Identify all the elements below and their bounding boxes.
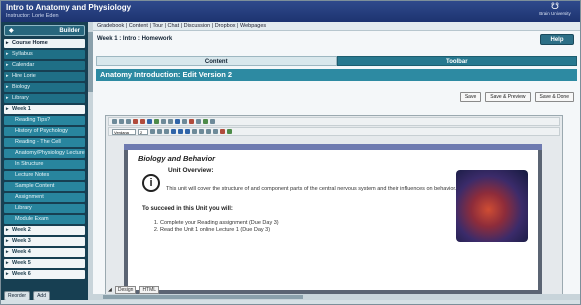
tool-links[interactable]: Gradebook | Content | Tour | Chat | Disc… [93,22,580,31]
media-icon[interactable] [189,119,194,124]
sidebar-item-week-3[interactable]: Week 3 [4,237,85,246]
doc-succeed-heading: To succeed in this Unit you will: [142,206,233,212]
builder-icon: ◆ [9,28,14,34]
underline-icon[interactable] [164,129,169,134]
paste-icon[interactable] [126,119,131,124]
image-icon[interactable] [175,119,180,124]
sidebar-item-reading-the-cell[interactable]: Reading - The Cell [4,138,85,147]
doc-heading: Biology and Behavior [138,154,216,163]
copy-icon[interactable] [119,119,124,124]
sidebar-item-week-5[interactable]: Week 5 [4,259,85,268]
sidebar-list: Syllabus Calendar Hire Lorie Biology Library… [4,50,85,279]
app-window: Intro to Anatomy and Physiology Instruct… [0,0,581,305]
outdent-icon[interactable] [206,129,211,134]
resize-icon[interactable]: ◢ [108,287,112,293]
help-button[interactable]: Help [540,34,574,45]
sidebar-item-week-4[interactable]: Week 4 [4,248,85,257]
find-icon[interactable] [147,119,152,124]
list-item: Complete your Reading assignment (Due Da… [160,220,279,227]
horizontal-rule-icon[interactable] [210,119,215,124]
unlink-icon[interactable] [168,119,173,124]
sidebar-item-syllabus[interactable]: Syllabus [4,50,85,59]
sidebar-item-in-structure[interactable]: In Structure [4,160,85,169]
editor-toolbar-row-1 [108,117,560,126]
cut-icon[interactable] [112,119,117,124]
html-mode-button[interactable]: HTML [139,286,160,294]
font-size-select[interactable]: 2 [138,128,148,135]
sidebar-item-anatomy-physiology-lecture[interactable]: Anatomy/Physiology Lecture [4,149,85,158]
horizontal-scrollbar-thumb[interactable] [103,295,303,299]
link-icon[interactable] [161,119,166,124]
sidebar-item-module-exam[interactable]: Module Exam [4,215,85,224]
bold-icon[interactable] [150,129,155,134]
university-logo: ☋ Brain University [538,2,572,22]
bullet-list-icon[interactable] [192,129,197,134]
align-left-icon[interactable] [171,129,176,134]
document-page[interactable]: Biology and Behavior Unit Overview: i Th… [128,150,538,290]
save-preview-button[interactable]: Save & Preview [485,92,531,102]
align-center-icon[interactable] [178,129,183,134]
italic-icon[interactable] [157,129,162,134]
editor-toolbar-row-2: Verdana 2 [108,127,560,136]
save-done-button[interactable]: Save & Done [534,92,574,102]
save-button[interactable]: Save [459,92,482,102]
edit-title-bar: Anatomy Introduction: Edit Version 2 [96,69,577,81]
highlight-icon[interactable] [227,129,232,134]
sidebar-item-assignment[interactable]: Assignment [4,193,85,202]
indent-icon[interactable] [213,129,218,134]
symbol-icon[interactable] [196,119,201,124]
list-item: Read the Unit 1 online Lecture 1 (Due Da… [160,227,279,234]
sidebar-item-history-of-psychology[interactable]: History of Psychology [4,127,85,136]
sidebar-item-course-home[interactable]: Course Home [4,39,85,48]
tab-toolbar[interactable]: Toolbar [336,56,577,66]
sidebar-item-week-2[interactable]: Week 2 [4,226,85,235]
numbered-list-icon[interactable] [199,129,204,134]
sidebar-item-week-6[interactable]: Week 6 [4,270,85,279]
sidebar-item-lecture-notes[interactable]: Lecture Notes [4,171,85,180]
sidebar-item-calendar[interactable]: Calendar [4,61,85,70]
sidebar-item-week-1[interactable]: Week 1 [4,105,85,114]
builder-button[interactable]: ◆ Builder [4,25,85,36]
align-right-icon[interactable] [185,129,190,134]
info-icon: i [142,174,160,192]
undo-icon[interactable] [133,119,138,124]
tab-content[interactable]: Content [96,56,337,66]
course-title: Intro to Anatomy and Physiology [6,3,132,12]
spellcheck-icon[interactable] [154,119,159,124]
sidebar-item-library[interactable]: Library [4,94,85,103]
status-bar [1,300,580,304]
document-frame: Biology and Behavior Unit Overview: i Th… [124,144,542,294]
redo-icon[interactable] [140,119,145,124]
rich-text-editor: Verdana 2 Biology and Behavior Unit Over… [105,115,563,297]
editor-tabs: Content Toolbar [96,56,577,66]
app-header: Intro to Anatomy and Physiology Instruct… [1,1,580,22]
doc-overview-label: Unit Overview: [168,167,214,174]
logo-text: Brain University [539,11,571,16]
design-mode-button[interactable]: Design [114,286,137,294]
main-content: Gradebook | Content | Tour | Chat | Disc… [93,22,580,304]
doc-task-list: Complete your Reading assignment (Due Da… [154,220,279,234]
text-color-icon[interactable] [220,129,225,134]
sidebar-item-hire-lorie[interactable]: Hire Lorie [4,72,85,81]
course-sidebar: ◆ Builder Course Home Syllabus Calendar Hi… [1,22,88,304]
brain-photo [456,170,528,242]
builder-label: Builder [59,27,80,34]
page-title: Week 1 : Intro : Homework [97,36,173,42]
doc-paragraph: This unit will cover the structure of an… [166,186,457,192]
editor-mode-bar: ◢ Design HTML [108,286,160,294]
instructor-label: Instructor: Lorie Eden [6,13,59,19]
logo-icon: ☋ [551,1,559,11]
sidebar-item-reading-tips[interactable]: Reading Tips? [4,116,85,125]
sidebar-item-sample-content[interactable]: Sample Content [4,182,85,191]
font-family-select[interactable]: Verdana [112,128,136,135]
action-buttons: Save Save & Preview Save & Done [459,92,574,102]
table-icon[interactable] [182,119,187,124]
sidebar-item-library[interactable]: Library [4,204,85,213]
equation-icon[interactable] [203,119,208,124]
sidebar-item-biology[interactable]: Biology [4,83,85,92]
